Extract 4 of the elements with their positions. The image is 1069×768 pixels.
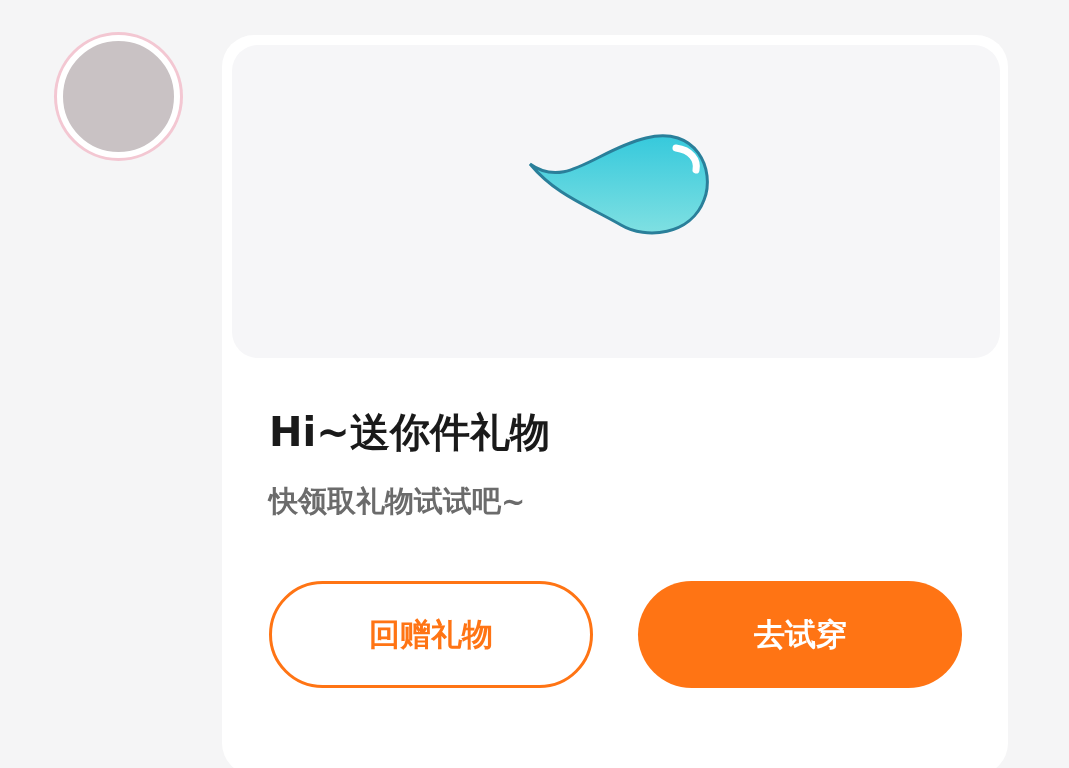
gift-back-button[interactable]: 回赠礼物: [269, 580, 593, 688]
card-subtitle: 快领取礼物试试吧~: [269, 484, 527, 519]
card-title: Hi~送你件礼物: [269, 408, 551, 456]
try-on-button[interactable]: 去试穿: [638, 580, 962, 688]
